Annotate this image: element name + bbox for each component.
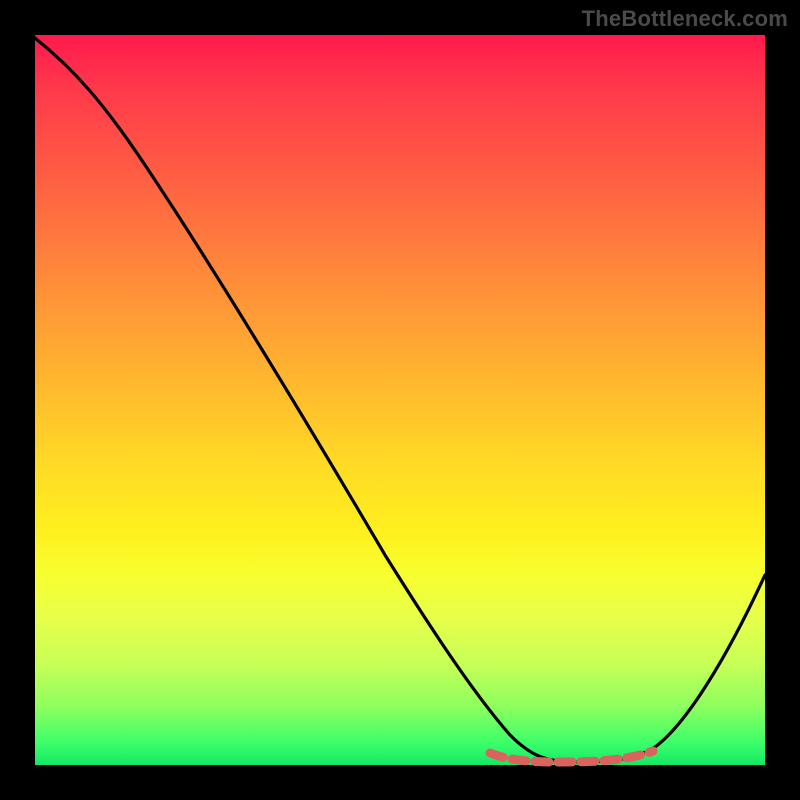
bottleneck-curve-path: [35, 38, 765, 762]
valley-marker-path: [490, 751, 653, 762]
chart-svg: [35, 35, 765, 765]
chart-frame: TheBottleneck.com: [0, 0, 800, 800]
watermark-text: TheBottleneck.com: [582, 6, 788, 32]
